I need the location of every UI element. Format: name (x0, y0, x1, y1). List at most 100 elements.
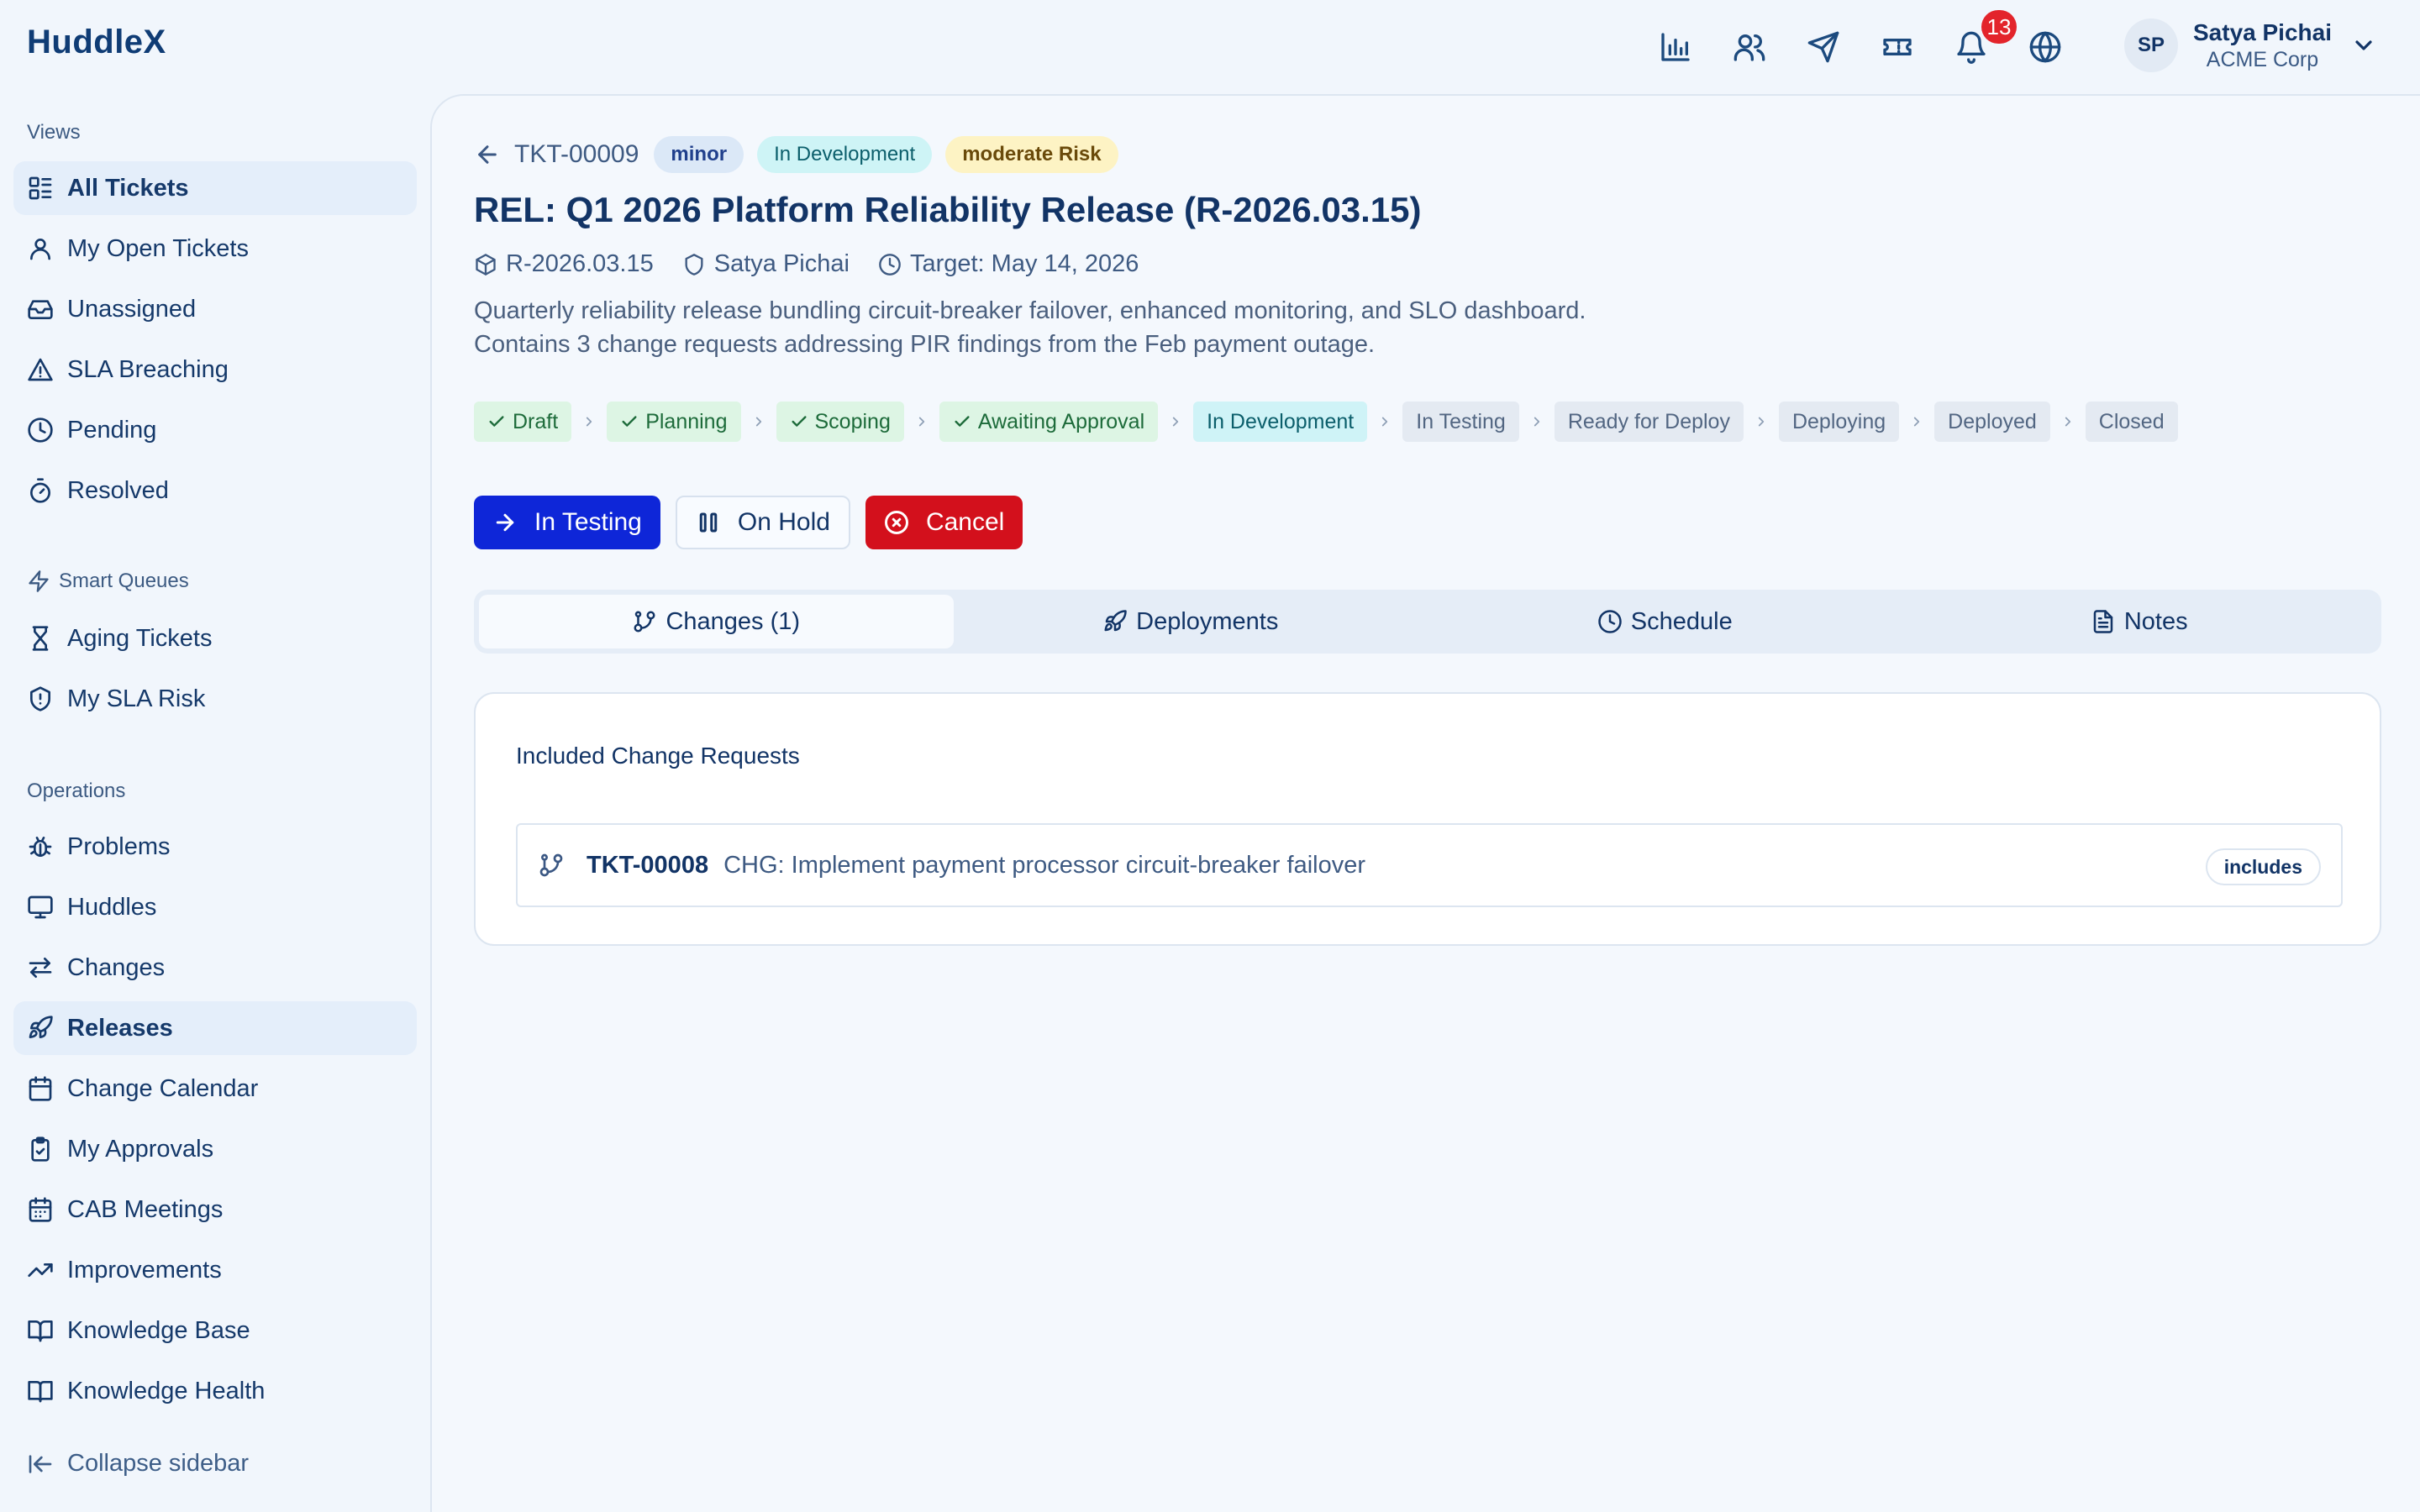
stage-label: Awaiting Approval (977, 409, 1145, 433)
avatar: SP (2124, 18, 2178, 72)
target-date-text: Target: May 14, 2026 (909, 250, 1139, 277)
sidebar-item-label: Aging Tickets (67, 624, 213, 652)
meta-target: Target: May 14, 2026 (878, 250, 1139, 278)
sidebar-item-knowledge-base[interactable]: Knowledge Base (13, 1304, 417, 1357)
stage-ready-for-deploy: Ready for Deploy (1554, 402, 1744, 442)
sidebar-item-my-sla-risk[interactable]: My SLA Risk (13, 672, 417, 726)
monitor-icon (28, 895, 53, 919)
git-branch-icon (634, 611, 655, 633)
clipboard-check-icon (31, 1137, 50, 1162)
chevron-right-icon (1172, 417, 1179, 427)
meta-version: R-2026.03.15 (474, 250, 654, 278)
back-button[interactable] (474, 141, 501, 168)
stage-in-testing: In Testing (1402, 402, 1519, 442)
stage-separator (571, 414, 607, 429)
change-request-title: CHG: Implement payment processor circuit… (723, 851, 1366, 879)
sidebar-item-label: Improvements (67, 1256, 222, 1284)
clock-icon (1598, 610, 1622, 633)
sidebar-section-views: Views (27, 121, 81, 144)
sidebar-item-change-calendar[interactable]: Change Calendar (13, 1062, 417, 1116)
arrow-right-icon (496, 513, 514, 532)
list-icon (29, 176, 52, 200)
sidebar-item-unassigned[interactable]: Unassigned (13, 282, 417, 336)
sidebar-item-my-open-tickets[interactable]: My Open Tickets (13, 222, 417, 276)
transition-actions: In Testing On Hold Cancel (474, 496, 1038, 549)
sidebar-item-label: Change Calendar (67, 1074, 259, 1102)
button-label: Cancel (925, 508, 1005, 536)
stage-deploying: Deploying (1778, 402, 1900, 442)
sidebar: Views All Tickets My Open Tickets Unassi… (0, 94, 430, 1512)
stage-separator (2050, 414, 2086, 429)
sidebar-item-all-tickets[interactable]: All Tickets (13, 161, 417, 215)
rocket-icon (29, 1016, 53, 1038)
detail-tabs: Changes (1) Deployments Schedule Notes (474, 590, 2381, 654)
book-icon (28, 1381, 53, 1403)
user-icon (30, 239, 50, 260)
chevron-right-icon (1382, 417, 1388, 427)
teams-button[interactable] (1729, 27, 1770, 67)
users-icon (1733, 34, 1765, 61)
sidebar-item-huddles[interactable]: Huddles (13, 880, 417, 934)
transition-in-testing-button[interactable]: In Testing (474, 496, 660, 549)
sidebar-item-releases[interactable]: Releases (13, 1001, 417, 1055)
swap-icon (29, 958, 52, 978)
user-info: Satya Pichai ACME Corp (2193, 19, 2332, 72)
cancel-button[interactable]: Cancel (865, 496, 1023, 549)
sidebar-item-label: My SLA Risk (67, 685, 206, 712)
stage-closed: Closed (2085, 402, 2178, 442)
calendar-icon (29, 1076, 52, 1101)
tab-notes[interactable]: Notes (1902, 595, 2377, 648)
tab-deployments[interactable]: Deployments (954, 595, 1428, 648)
sidebar-item-changes[interactable]: Changes (13, 941, 417, 995)
change-request-id[interactable]: TKT-00008 (587, 852, 708, 879)
button-label: In Testing (534, 508, 642, 536)
tickets-button[interactable] (1877, 27, 1918, 67)
send-icon (1807, 31, 1839, 63)
check-icon (489, 416, 504, 427)
change-request-row[interactable]: TKT-00008 CHG: Implement payment process… (516, 823, 2343, 907)
trending-up-icon (28, 1263, 53, 1277)
sidebar-item-label: Resolved (67, 476, 169, 504)
calendar-grid-icon (29, 1197, 52, 1222)
language-button[interactable] (2025, 27, 2065, 67)
status-pipeline: Draft Planning Scoping Awaiting Approval… (474, 402, 2178, 442)
tab-schedule[interactable]: Schedule (1428, 595, 1902, 648)
git-branch-icon (539, 853, 563, 877)
sidebar-item-cab-meetings[interactable]: CAB Meetings (13, 1183, 417, 1236)
arrow-left-icon (478, 145, 497, 164)
chevron-right-icon (1534, 417, 1539, 427)
sidebar-item-improvements[interactable]: Improvements (13, 1243, 417, 1297)
brand-logo[interactable]: HuddleX (27, 24, 166, 61)
sidebar-item-label: All Tickets (67, 174, 189, 202)
sidebar-item-problems[interactable]: Problems (13, 820, 417, 874)
meta-owner: Satya Pichai (682, 250, 850, 278)
sidebar-item-sla-breaching[interactable]: SLA Breaching (13, 343, 417, 396)
analytics-button[interactable] (1655, 27, 1696, 67)
stage-awaiting-approval: Awaiting Approval (939, 402, 1159, 442)
stage-scoping: Scoping (776, 402, 904, 442)
on-hold-button[interactable]: On Hold (675, 496, 850, 549)
notifications-button[interactable]: 13 (1951, 10, 2017, 67)
stage-label: Planning (645, 409, 728, 433)
send-button[interactable] (1803, 27, 1844, 67)
sidebar-item-label: Problems (67, 832, 171, 860)
x-circle-icon (884, 511, 908, 534)
stage-planning: Planning (607, 402, 741, 442)
user-menu[interactable]: SP Satya Pichai ACME Corp (2124, 18, 2377, 72)
user-org: ACME Corp (2206, 47, 2319, 71)
status-badge: In Development (757, 136, 933, 173)
included-changes-card: Included Change Requests TKT-00008 CHG: … (474, 692, 2381, 946)
chevron-right-icon (1914, 417, 1920, 427)
sidebar-item-label: Knowledge Health (67, 1377, 266, 1404)
card-heading: Included Change Requests (516, 743, 800, 769)
collapse-sidebar-button[interactable]: Collapse sidebar (27, 1450, 249, 1478)
sidebar-item-knowledge-health[interactable]: Knowledge Health (13, 1364, 417, 1418)
sidebar-item-my-approvals[interactable]: My Approvals (13, 1122, 417, 1176)
sidebar-item-pending[interactable]: Pending (13, 403, 417, 457)
sidebar-item-aging-tickets[interactable]: Aging Tickets (13, 612, 417, 665)
sidebar-item-resolved[interactable]: Resolved (13, 464, 417, 517)
stage-label: Draft (513, 409, 559, 433)
tab-changes[interactable]: Changes (1) (479, 595, 954, 648)
sidebar-item-label: My Approvals (67, 1135, 214, 1163)
collapse-label: Collapse sidebar (67, 1450, 250, 1477)
